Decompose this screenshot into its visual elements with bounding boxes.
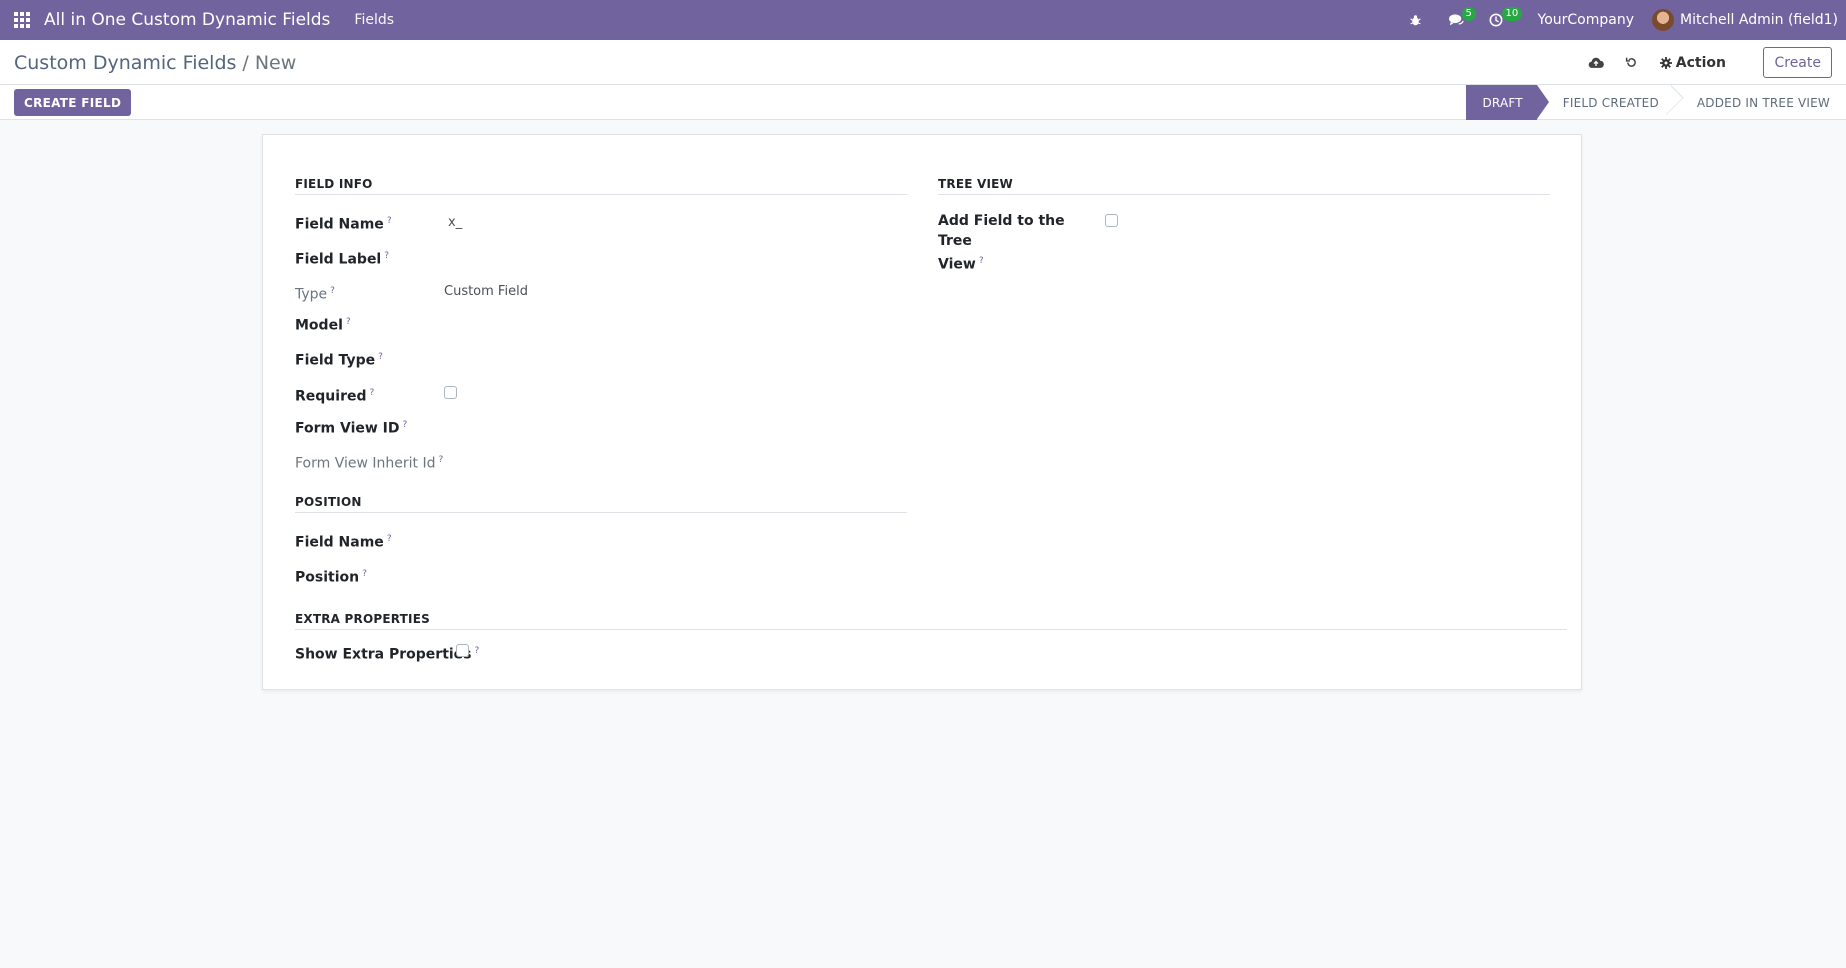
- action-menu-button[interactable]: Action: [1659, 54, 1726, 71]
- type-label: Type?: [295, 286, 335, 303]
- debug-button[interactable]: [1402, 0, 1430, 40]
- control-actions: Action: [1578, 40, 1726, 85]
- breadcrumb-separator: /: [242, 52, 249, 74]
- position-field-name-label: Field Name?: [295, 534, 392, 551]
- model-label: Model?: [295, 317, 351, 334]
- field-type-label: Field Type?: [295, 352, 383, 369]
- user-menu[interactable]: Mitchell Admin (field1): [1680, 12, 1838, 28]
- create-button[interactable]: Create: [1763, 47, 1832, 78]
- create-field-button[interactable]: CREATE FIELD: [14, 89, 132, 116]
- activities-badge: 10: [1501, 7, 1523, 21]
- breadcrumb: Custom Dynamic Fields / New: [14, 52, 296, 74]
- cloud-upload-icon: [1588, 57, 1604, 68]
- breadcrumb-parent[interactable]: Custom Dynamic Fields: [14, 52, 236, 74]
- help-icon[interactable]: ?: [330, 286, 335, 296]
- add-field-to-tree-view-checkbox[interactable]: [1105, 214, 1118, 227]
- navbar-systray: 5 10 YourCompany Mitchell Admin (field1): [1402, 0, 1846, 40]
- form-view-id-label: Form View ID?: [295, 420, 408, 437]
- gear-icon: [1659, 56, 1672, 69]
- bug-icon: [1410, 14, 1421, 25]
- stage-draft[interactable]: DRAFT: [1466, 85, 1550, 120]
- section-extra-properties-title: EXTRA PROPERTIES: [295, 612, 430, 626]
- messages-badge: 5: [1461, 7, 1476, 21]
- field-name-label: Field Name?: [295, 216, 392, 233]
- help-icon[interactable]: ?: [438, 455, 443, 465]
- company-switcher[interactable]: YourCompany: [1538, 12, 1635, 28]
- activities-button[interactable]: 10: [1482, 0, 1523, 40]
- clock-icon: [1489, 13, 1502, 27]
- control-panel: Custom Dynamic Fields / New Action Create: [0, 40, 1846, 85]
- breadcrumb-current: New: [254, 52, 297, 74]
- stage-field-created[interactable]: FIELD CREATED: [1537, 85, 1684, 120]
- required-checkbox[interactable]: [444, 386, 457, 399]
- field-label-label: Field Label?: [295, 251, 390, 268]
- form-view-inherit-id-label: Form View Inherit Id?: [295, 455, 444, 472]
- help-icon[interactable]: ?: [346, 317, 351, 327]
- field-name-input[interactable]: x_: [448, 215, 462, 230]
- section-field-info-title: FIELD INFO: [295, 177, 373, 191]
- action-label: Action: [1675, 54, 1726, 71]
- save-button[interactable]: [1578, 40, 1614, 85]
- help-icon[interactable]: ?: [387, 534, 392, 544]
- help-icon[interactable]: ?: [378, 352, 383, 362]
- form-sheet: FIELD INFO Field Name? x_ Field Label? T…: [262, 134, 1582, 690]
- stage-field-created-label: FIELD CREATED: [1562, 95, 1659, 110]
- section-divider: [295, 512, 907, 513]
- stage-pipeline: DRAFT FIELD CREATED ADDED IN TREE VIEW: [1466, 85, 1846, 120]
- show-extra-properties-label: Show Extra Properties?: [295, 646, 480, 663]
- position-label: Position?: [295, 569, 367, 586]
- top-navbar: All in One Custom Dynamic Fields Fields …: [0, 0, 1846, 40]
- apps-menu-button[interactable]: [0, 0, 44, 40]
- section-position-title: POSITION: [295, 495, 362, 509]
- menu-fields[interactable]: Fields: [354, 12, 394, 28]
- section-tree-view-title: TREE VIEW: [938, 177, 1013, 191]
- app-title[interactable]: All in One Custom Dynamic Fields: [44, 10, 330, 30]
- status-bar: CREATE FIELD DRAFT FIELD CREATED ADDED I…: [0, 85, 1846, 120]
- discard-button[interactable]: [1614, 40, 1650, 85]
- section-divider: [295, 194, 907, 195]
- type-value: Custom Field: [444, 284, 528, 299]
- help-icon[interactable]: ?: [403, 420, 408, 430]
- messages-button[interactable]: 5: [1442, 0, 1476, 40]
- help-icon[interactable]: ?: [362, 569, 367, 579]
- add-field-to-tree-view-label: Add Field to the Tree View?: [938, 213, 1065, 273]
- required-label: Required?: [295, 388, 375, 405]
- avatar[interactable]: [1652, 9, 1675, 31]
- undo-icon: [1626, 57, 1637, 67]
- help-icon[interactable]: ?: [979, 256, 984, 266]
- grid-icon: [14, 12, 30, 28]
- show-extra-properties-checkbox[interactable]: [456, 644, 469, 657]
- help-icon[interactable]: ?: [369, 388, 374, 398]
- help-icon[interactable]: ?: [384, 251, 389, 261]
- help-icon[interactable]: ?: [387, 216, 392, 226]
- section-divider: [938, 194, 1550, 195]
- stage-added-in-tree-view[interactable]: ADDED IN TREE VIEW: [1675, 85, 1846, 120]
- section-divider: [295, 629, 1567, 630]
- help-icon[interactable]: ?: [475, 646, 480, 656]
